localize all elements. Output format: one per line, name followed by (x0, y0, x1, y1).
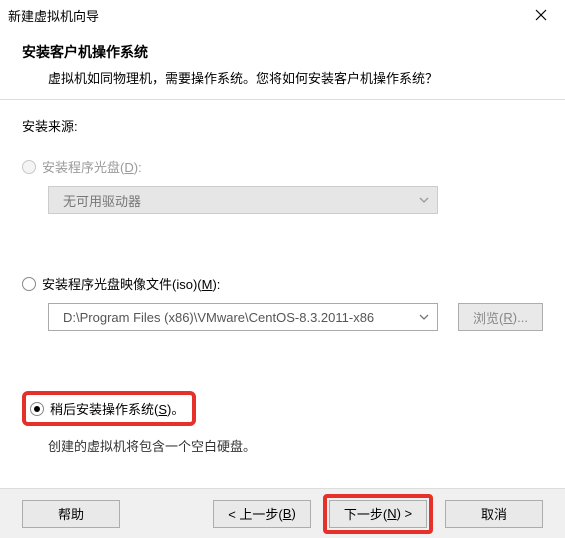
option-disc: 安装程序光盘(D): (22, 157, 543, 176)
titlebar: 新建虚拟机向导 (0, 0, 565, 30)
chevron-down-icon (411, 197, 437, 203)
next-button-highlight: 下一步(N) > (323, 494, 433, 534)
disc-dropdown: 无可用驱动器 (48, 186, 438, 214)
option-iso[interactable]: 安装程序光盘映像文件(iso)(M): (22, 274, 543, 293)
option-disc-label: 安装程序光盘(D): (42, 157, 142, 176)
iso-path-text: D:\Program Files (x86)\VMware\CentOS-8.3… (49, 310, 411, 325)
radio-disc (22, 160, 36, 174)
wizard-header: 安装客户机操作系统 虚拟机如同物理机，需要操作系统。您将如何安装客户机操作系统？ (0, 30, 565, 99)
next-button[interactable]: 下一步(N) > (329, 500, 427, 528)
close-button[interactable] (521, 0, 561, 30)
source-label: 安装来源: (22, 116, 543, 135)
chevron-down-icon (411, 314, 437, 320)
cancel-button[interactable]: 取消 (445, 500, 543, 528)
window-title: 新建虚拟机向导 (8, 6, 99, 25)
option-later-hint: 创建的虚拟机将包含一个空白硬盘。 (48, 436, 543, 455)
wizard-footer: 帮助 < 上一步(B) 下一步(N) > 取消 (0, 488, 565, 538)
option-later-label: 稍后安装操作系统(S)。 (50, 399, 184, 418)
disc-dropdown-text: 无可用驱动器 (49, 191, 411, 210)
option-later-highlight: 稍后安装操作系统(S)。 (22, 391, 196, 426)
radio-iso[interactable] (22, 277, 36, 291)
header-desc: 虚拟机如同物理机，需要操作系统。您将如何安装客户机操作系统？ (22, 68, 543, 87)
radio-later[interactable] (30, 402, 44, 416)
iso-path-dropdown[interactable]: D:\Program Files (x86)\VMware\CentOS-8.3… (48, 303, 438, 331)
browse-button[interactable]: 浏览(R)... (458, 303, 543, 331)
header-title: 安装客户机操作系统 (22, 42, 543, 62)
wizard-content: 安装来源: 安装程序光盘(D): 无可用驱动器 安装程序光盘映像文件(iso)(… (0, 100, 565, 455)
option-iso-label: 安装程序光盘映像文件(iso)(M): (42, 274, 220, 293)
help-button[interactable]: 帮助 (22, 500, 120, 528)
back-button[interactable]: < 上一步(B) (213, 500, 311, 528)
option-later[interactable]: 稍后安装操作系统(S)。 (30, 399, 184, 418)
close-icon (535, 9, 547, 21)
